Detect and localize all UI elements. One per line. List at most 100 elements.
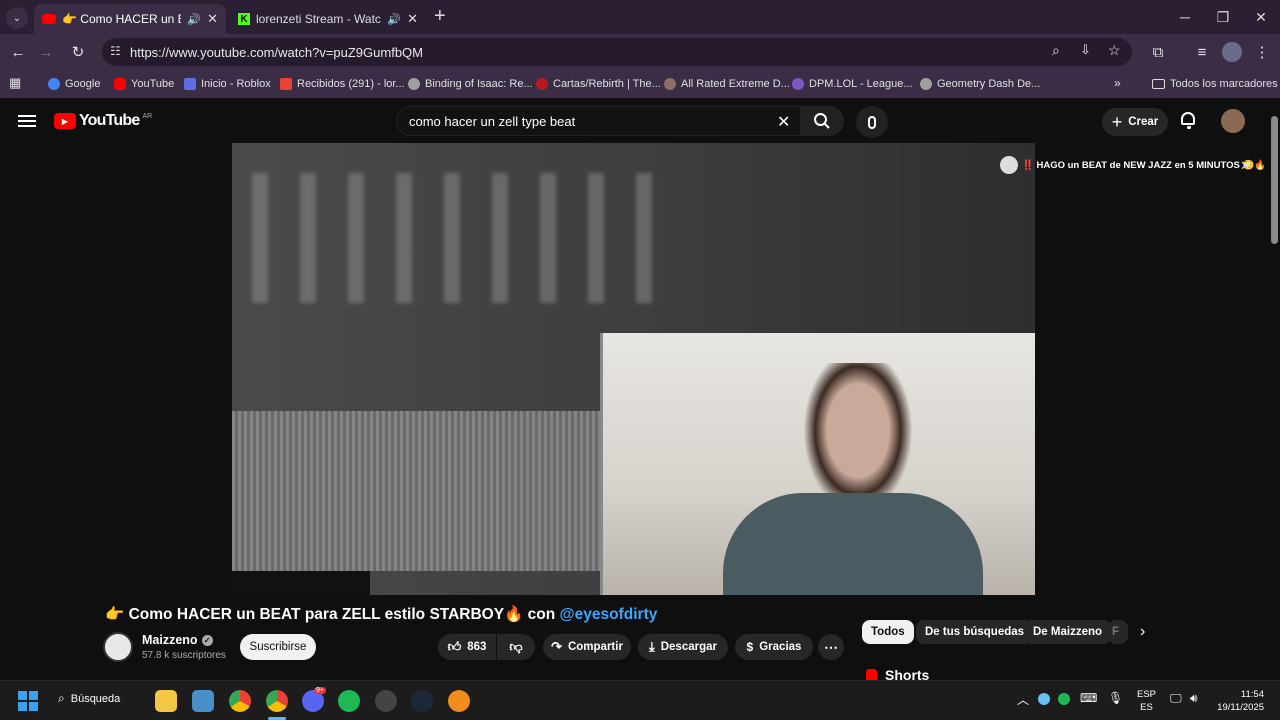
- apps-grid-icon[interactable]: ▦: [9, 75, 21, 91]
- video-frame-grid: [232, 173, 652, 303]
- chips-next-icon[interactable]: ›: [1140, 623, 1145, 641]
- spotify-icon[interactable]: [338, 690, 360, 712]
- chatgpt-icon[interactable]: [375, 690, 397, 712]
- search-input[interactable]: como hacer un zell type beat ✕: [396, 106, 806, 136]
- channel-mini-avatar: [1000, 156, 1018, 174]
- clock-date: 19/11/2025: [1217, 702, 1264, 713]
- chrome-active-icon[interactable]: [266, 690, 288, 712]
- url-text: https://www.youtube.com/watch?v=puZ9Gumf…: [130, 44, 423, 60]
- download-button[interactable]: ⤓ Descargar: [638, 634, 728, 660]
- tab-search-button[interactable]: ⌄: [6, 7, 28, 29]
- maximize-button[interactable]: ❐: [1204, 0, 1242, 34]
- fl-studio-icon[interactable]: [448, 690, 470, 712]
- more-dots-icon: ⋯: [824, 638, 838, 655]
- tab-title: 👉 Como HACER un BEAT p: [62, 12, 181, 26]
- bookmark-extreme[interactable]: All Rated Extreme D...: [664, 76, 790, 92]
- page-scrollbar[interactable]: [1268, 100, 1280, 680]
- forward-button[interactable]: →: [34, 40, 58, 64]
- bookmark-geometry-dash[interactable]: Geometry Dash De...: [920, 76, 1040, 92]
- file-explorer-icon[interactable]: [155, 690, 177, 712]
- photos-icon[interactable]: [192, 690, 214, 712]
- channel-name[interactable]: Maizzeno ✓: [142, 633, 213, 647]
- windows-taskbar: ⌕ Búsqueda 9+ ︿ ⌨ 🎙︎ ESP ES 🖵 🔊︎ 11:54 1…: [0, 680, 1280, 720]
- clear-search-icon[interactable]: ✕: [777, 112, 790, 132]
- chip-de-maizzeno[interactable]: De Maizzeno: [1024, 620, 1112, 644]
- chrome-menu-icon[interactable]: ⋮: [1250, 40, 1274, 64]
- dislike-button[interactable]: 👎︎: [497, 634, 535, 660]
- zoom-icon[interactable]: ⌕: [1052, 42, 1060, 59]
- clock[interactable]: 11:54 19/11/2025: [1212, 688, 1264, 714]
- channel-avatar[interactable]: [103, 632, 133, 662]
- network-icon[interactable]: 🖵: [1170, 691, 1182, 706]
- steam-tray-icon[interactable]: [1038, 693, 1050, 705]
- chrome-icon[interactable]: [229, 690, 251, 712]
- tab-close-icon[interactable]: ✕: [207, 11, 218, 27]
- taskbar-search[interactable]: ⌕ Búsqueda: [58, 691, 120, 706]
- browser-toolbar: ← → ↻ ☷ https://www.youtube.com/watch?v=…: [0, 34, 1280, 70]
- shorts-heading: Shorts: [866, 667, 929, 680]
- create-button[interactable]: + Crear: [1102, 108, 1168, 136]
- close-window-button[interactable]: ✕: [1242, 0, 1280, 34]
- dpm-icon: [792, 78, 804, 90]
- bookmark-roblox[interactable]: Inicio - Roblox: [184, 76, 271, 92]
- install-app-icon[interactable]: ⇩: [1080, 42, 1091, 58]
- volume-icon[interactable]: 🔊︎: [1190, 691, 1198, 706]
- mention-link[interactable]: @eyesofdirty: [560, 606, 658, 623]
- bookmark-google[interactable]: Google: [48, 76, 100, 92]
- minimize-button[interactable]: ─: [1166, 0, 1204, 34]
- microphone-icon: [868, 115, 876, 129]
- account-avatar[interactable]: [1221, 109, 1245, 133]
- scrollbar-thumb[interactable]: [1271, 116, 1278, 244]
- tab-youtube-video[interactable]: 👉 Como HACER un BEAT p 🔊 ✕: [34, 4, 226, 34]
- media-control-icon[interactable]: ≡: [1190, 40, 1214, 64]
- search-icon: [814, 113, 830, 129]
- notifications-bell-icon[interactable]: [1181, 112, 1197, 130]
- gmail-icon: [280, 78, 292, 90]
- youtube-logo[interactable]: ▶ YouTube AR: [54, 112, 152, 130]
- youtube-favicon-icon: [42, 14, 56, 24]
- more-bookmarks-icon[interactable]: »: [1114, 76, 1121, 90]
- address-bar[interactable]: ☷ https://www.youtube.com/watch?v=puZ9Gu…: [102, 38, 1132, 66]
- windows-start-icon[interactable]: [18, 691, 38, 711]
- bookmark-dpm[interactable]: DPM.LOL - League...: [792, 76, 913, 92]
- reload-button[interactable]: ↻: [66, 40, 90, 64]
- voice-search-button[interactable]: [856, 106, 888, 138]
- bookmark-star-icon[interactable]: ☆: [1108, 42, 1121, 59]
- steam-icon[interactable]: [411, 690, 433, 712]
- subscribe-button[interactable]: Suscribirse: [240, 634, 316, 660]
- chip-todos[interactable]: Todos: [862, 620, 914, 644]
- more-actions-button[interactable]: ⋯: [818, 634, 844, 660]
- video-player[interactable]: [232, 143, 1035, 595]
- back-button[interactable]: ←: [6, 40, 30, 64]
- hamburger-menu-icon[interactable]: [18, 112, 36, 130]
- search-button[interactable]: [800, 106, 844, 136]
- extensions-icon[interactable]: ⧉: [1146, 40, 1170, 64]
- language-indicator[interactable]: ESP ES: [1137, 688, 1156, 714]
- all-bookmarks-folder[interactable]: Todos los marcadores: [1152, 76, 1278, 92]
- tab-close-icon[interactable]: ✕: [407, 11, 418, 27]
- chip-partial[interactable]: F: [1108, 620, 1128, 644]
- tab-kick-stream[interactable]: K lorenzeti Stream - Watch Li 🔊 ✕: [230, 4, 426, 34]
- new-tab-button[interactable]: +: [434, 5, 446, 28]
- thanks-button[interactable]: $ Gracias: [735, 634, 813, 660]
- tray-overflow-icon[interactable]: ︿: [1017, 691, 1029, 708]
- clock-time: 11:54: [1240, 689, 1264, 700]
- bookmark-youtube[interactable]: YouTube: [114, 76, 174, 92]
- bookmark-isaac[interactable]: Binding of Isaac: Re...: [408, 76, 533, 92]
- share-arrow-icon: ↷: [551, 639, 562, 654]
- spotify-tray-icon[interactable]: [1058, 693, 1070, 705]
- like-button[interactable]: 👍︎ 863: [438, 634, 496, 660]
- bookmark-cartas[interactable]: Cartas/Rebirth | The...: [536, 76, 661, 92]
- share-button[interactable]: ↷ Compartir: [543, 634, 631, 660]
- chip-de-tus-busquedas[interactable]: De tus búsquedas: [916, 620, 1034, 644]
- profile-avatar[interactable]: [1222, 42, 1242, 62]
- dismiss-banner-icon[interactable]: ✕: [1240, 158, 1251, 174]
- site-info-icon[interactable]: ☷: [110, 44, 121, 58]
- google-icon: [48, 78, 60, 90]
- youtube-icon: [114, 78, 126, 90]
- super-thanks-icon: $: [746, 640, 754, 654]
- keyboard-icon[interactable]: ⌨: [1080, 691, 1097, 705]
- microphone-tray-icon[interactable]: 🎙︎: [1108, 691, 1123, 705]
- bookmark-gmail[interactable]: Recibidos (291) - lor...: [280, 76, 405, 92]
- next-video-banner[interactable]: ‼️ HAGO un BEAT de NEW JAZZ en 5 MINUTOS…: [1000, 156, 1266, 174]
